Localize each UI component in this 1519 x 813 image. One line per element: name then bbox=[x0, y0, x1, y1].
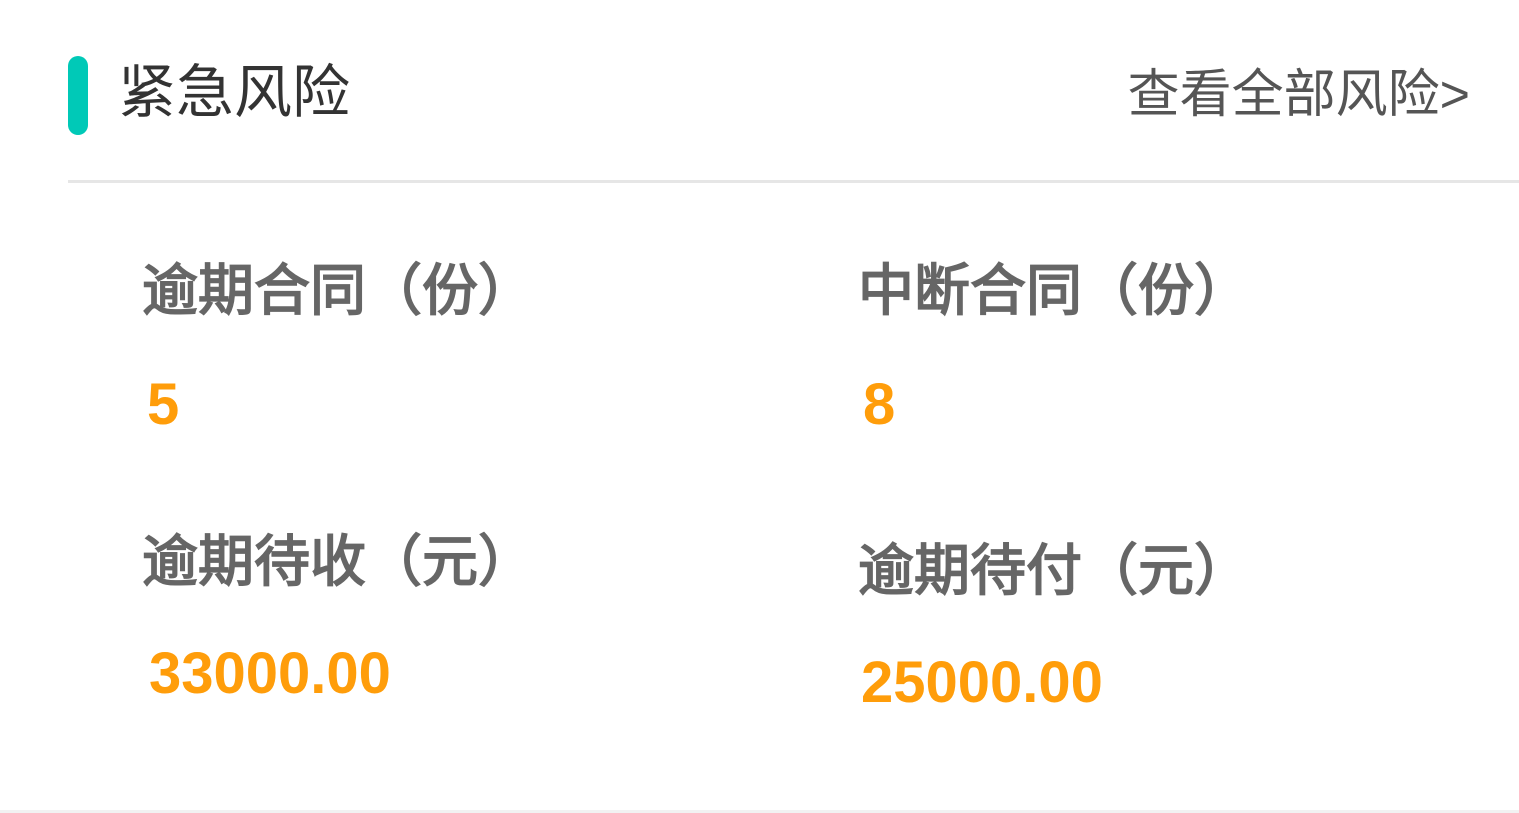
stat-overdue-payable[interactable]: 逾期待付（元） 25000.00 bbox=[858, 536, 1250, 718]
title-accent-bar bbox=[68, 56, 88, 135]
header-divider bbox=[68, 180, 1519, 183]
stat-value: 33000.00 bbox=[149, 641, 391, 706]
stat-label: 中断合同（份） bbox=[858, 259, 1250, 322]
urgent-risk-panel: 紧急风险 查看全部风险> 逾期合同（份） 5 中断合同（份） 8 逾期待收（元）… bbox=[0, 0, 1519, 813]
panel-title: 紧急风险 bbox=[118, 60, 351, 125]
stat-value: 25000.00 bbox=[861, 650, 1103, 715]
stat-interrupted-contracts[interactable]: 中断合同（份） 8 bbox=[858, 256, 1250, 440]
stat-overdue-receivable[interactable]: 逾期待收（元） 33000.00 bbox=[142, 527, 534, 709]
stat-overdue-contracts[interactable]: 逾期合同（份） 5 bbox=[142, 256, 534, 440]
stat-label: 逾期待收（元） bbox=[142, 530, 534, 593]
stat-value: 8 bbox=[863, 372, 896, 437]
stat-label: 逾期合同（份） bbox=[142, 259, 534, 322]
view-all-risks-link[interactable]: 查看全部风险> bbox=[1128, 60, 1470, 130]
panel-header: 紧急风险 查看全部风险> bbox=[68, 40, 1488, 150]
stat-value: 5 bbox=[147, 372, 180, 437]
stat-label: 逾期待付（元） bbox=[858, 539, 1250, 602]
